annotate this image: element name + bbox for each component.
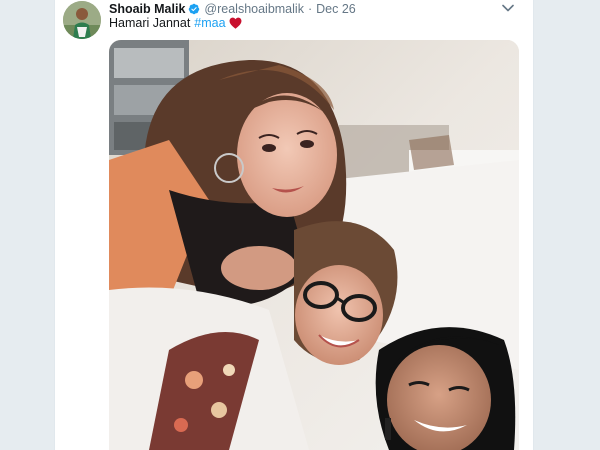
avatar[interactable] [63,1,101,39]
page-background-left [0,0,54,450]
header-separator: · [307,2,313,16]
photo-image [109,40,519,450]
chevron-down-icon[interactable] [501,1,515,15]
avatar-image [63,1,101,39]
tweet-photo[interactable] [109,40,519,450]
tweet-header: Shoaib Malik @realshoaibmalik · Dec 26 [109,1,356,17]
tweet-card[interactable]: Shoaib Malik @realshoaibmalik · Dec 26 H… [54,0,534,450]
page-background-right [534,0,600,450]
hashtag-link[interactable]: #maa [194,16,225,30]
red-heart-emoji [229,17,242,29]
verified-badge-icon [189,3,200,15]
tweet-text: Hamari Jannat #maa [109,16,242,30]
author-handle[interactable]: @realshoaibmalik [204,2,304,16]
tweet-text-body: Hamari Jannat [109,16,191,30]
author-name[interactable]: Shoaib Malik [109,2,185,16]
tweet-date[interactable]: Dec 26 [316,2,356,16]
